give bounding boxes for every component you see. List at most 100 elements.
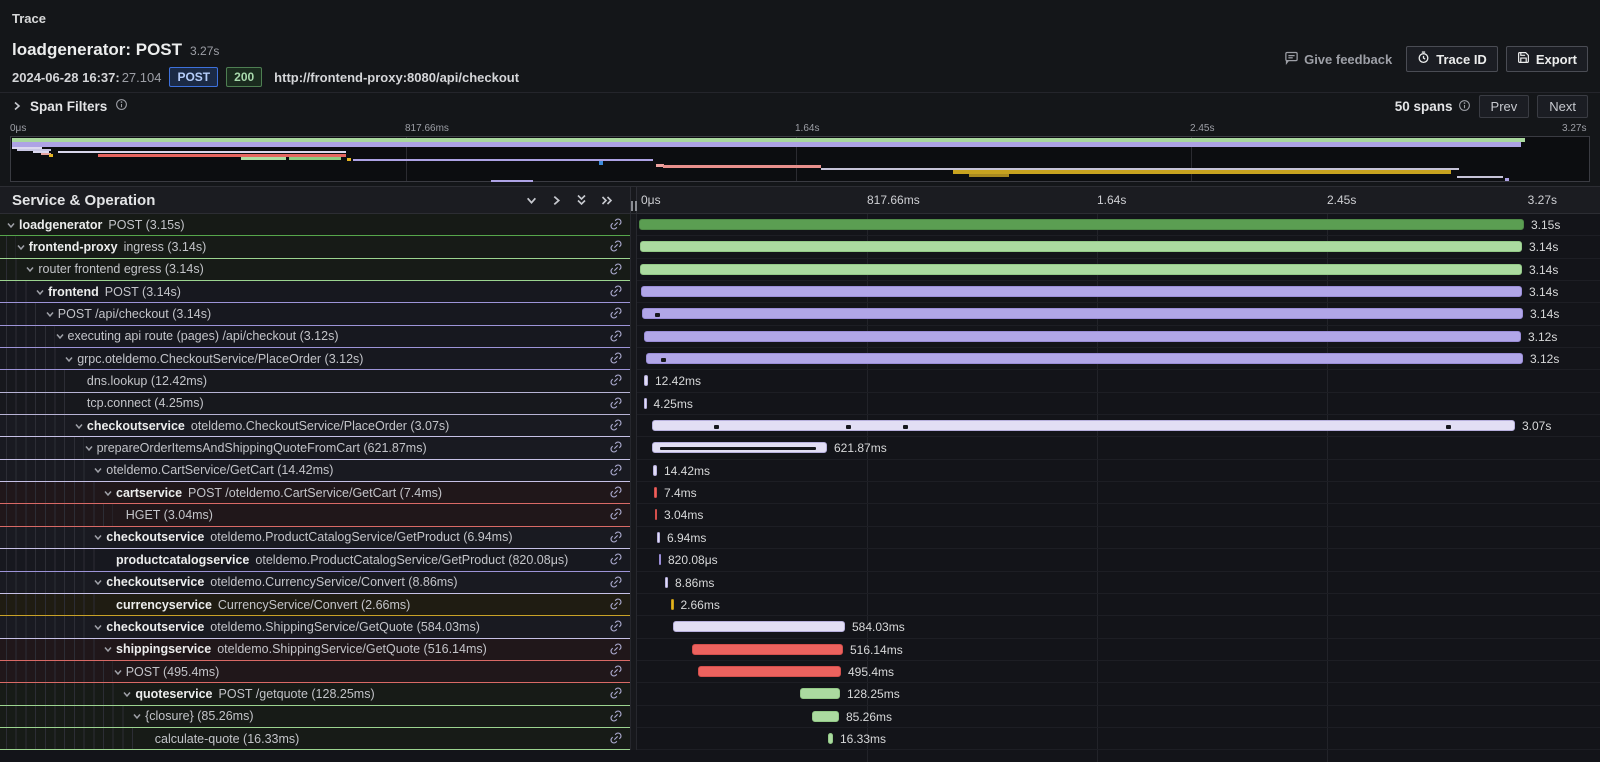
span-bar[interactable] [653, 465, 657, 476]
collapse-one-icon[interactable] [526, 195, 537, 206]
span-bar[interactable] [640, 241, 1522, 252]
span-timeline-cell[interactable]: 85.26ms [637, 706, 1600, 728]
span-row[interactable]: frontend POST (3.14s) 3.14s [0, 281, 1600, 303]
span-bar[interactable] [644, 331, 1521, 342]
span-bar[interactable] [640, 264, 1522, 275]
span-row[interactable]: cartservice POST /oteldemo.CartService/G… [0, 482, 1600, 504]
span-row[interactable]: checkoutservice oteldemo.CheckoutService… [0, 415, 1600, 437]
chevron-down-icon[interactable] [113, 510, 126, 520]
span-row[interactable]: checkoutservice oteldemo.ProductCatalogS… [0, 527, 1600, 549]
span-bar[interactable] [652, 420, 1515, 431]
span-name-cell[interactable]: checkoutservice oteldemo.CheckoutService… [0, 415, 630, 437]
span-name-cell[interactable]: cartservice POST /oteldemo.CartService/G… [0, 482, 630, 504]
chevron-down-icon[interactable] [64, 354, 77, 364]
span-row[interactable]: {closure} (85.26ms) 85.26ms [0, 706, 1600, 728]
trace-minimap[interactable]: 0μs817.66ms1.64s2.45s3.27s [0, 120, 1600, 186]
span-timeline-cell[interactable]: 621.87ms [637, 437, 1600, 459]
span-link-icon[interactable] [606, 505, 626, 525]
span-filters-toggle[interactable]: Span Filters [12, 98, 128, 116]
span-name-cell[interactable]: frontend POST (3.14s) [0, 281, 630, 303]
span-row[interactable]: grpc.oteldemo.CheckoutService/PlaceOrder… [0, 348, 1600, 370]
span-bar[interactable] [800, 688, 840, 699]
span-bar[interactable] [665, 577, 668, 588]
span-link-icon[interactable] [606, 683, 626, 703]
chevron-down-icon[interactable] [113, 667, 126, 677]
span-name-cell[interactable]: dns.lookup (12.42ms) [0, 370, 630, 392]
span-name-cell[interactable]: currencyservice CurrencyService/Convert … [0, 594, 630, 616]
chevron-down-icon[interactable] [6, 220, 19, 230]
span-row[interactable]: HGET (3.04ms) 3.04ms [0, 504, 1600, 526]
span-timeline-cell[interactable]: 820.08μs [637, 549, 1600, 571]
span-bar[interactable] [655, 509, 657, 520]
span-name-cell[interactable]: router frontend egress (3.14s) [0, 259, 630, 281]
span-name-cell[interactable]: checkoutservice oteldemo.ProductCatalogS… [0, 527, 630, 549]
span-timeline-cell[interactable]: 14.42ms [637, 460, 1600, 482]
chevron-down-icon[interactable] [25, 264, 38, 274]
span-bar[interactable] [644, 398, 647, 409]
span-timeline-cell[interactable]: 4.25ms [637, 393, 1600, 415]
span-timeline-cell[interactable]: 3.14s [637, 236, 1600, 258]
span-name-cell[interactable]: productcatalogservice oteldemo.ProductCa… [0, 549, 630, 571]
span-link-icon[interactable] [606, 371, 626, 391]
expand-one-icon[interactable] [551, 195, 562, 206]
span-bar[interactable] [671, 599, 674, 610]
span-name-cell[interactable]: prepareOrderItemsAndShippingQuoteFromCar… [0, 437, 630, 459]
span-timeline-cell[interactable]: 3.15s [637, 214, 1600, 236]
span-link-icon[interactable] [606, 303, 626, 323]
chevron-down-icon[interactable] [93, 622, 106, 632]
span-link-icon[interactable] [606, 616, 626, 636]
span-timeline-cell[interactable]: 3.14s [637, 259, 1600, 281]
chevron-down-icon[interactable] [132, 711, 145, 721]
collapse-all-icon[interactable] [576, 194, 587, 207]
span-link-icon[interactable] [606, 281, 626, 301]
span-link-icon[interactable] [606, 348, 626, 368]
span-name-cell[interactable]: checkoutservice oteldemo.ShippingService… [0, 616, 630, 638]
chevron-down-icon[interactable] [93, 465, 106, 475]
span-name-cell[interactable]: POST (495.4ms) [0, 661, 630, 683]
span-link-icon[interactable] [606, 728, 626, 748]
prev-button[interactable]: Prev [1479, 95, 1530, 118]
span-bar[interactable] [652, 442, 827, 453]
span-row[interactable]: POST /api/checkout (3.14s) 3.14s [0, 303, 1600, 325]
span-row[interactable]: executing api route (pages) /api/checkou… [0, 326, 1600, 348]
expand-all-icon[interactable] [601, 195, 614, 206]
span-timeline-cell[interactable]: 3.07s [637, 415, 1600, 437]
span-link-icon[interactable] [606, 214, 626, 234]
span-bar[interactable] [639, 219, 1524, 230]
span-row[interactable]: router frontend egress (3.14s) 3.14s [0, 259, 1600, 281]
chevron-down-icon[interactable] [84, 443, 97, 453]
span-link-icon[interactable] [606, 639, 626, 659]
span-link-icon[interactable] [606, 572, 626, 592]
span-timeline-cell[interactable]: 8.86ms [637, 572, 1600, 594]
span-row[interactable]: frontend-proxy ingress (3.14s) 3.14s [0, 236, 1600, 258]
span-name-cell[interactable]: frontend-proxy ingress (3.14s) [0, 236, 630, 258]
span-row[interactable]: dns.lookup (12.42ms) 12.42ms [0, 370, 1600, 392]
span-name-cell[interactable]: oteldemo.CartService/GetCart (14.42ms) [0, 460, 630, 482]
chevron-down-icon[interactable] [55, 331, 68, 341]
chevron-down-icon[interactable] [74, 376, 87, 386]
span-name-cell[interactable]: shippingservice oteldemo.ShippingService… [0, 639, 630, 661]
span-bar[interactable] [646, 353, 1523, 364]
span-timeline-cell[interactable]: 3.12s [637, 348, 1600, 370]
span-link-icon[interactable] [606, 393, 626, 413]
chevron-down-icon[interactable] [74, 398, 87, 408]
span-timeline-cell[interactable]: 3.12s [637, 326, 1600, 348]
chevron-down-icon[interactable] [45, 309, 58, 319]
span-row[interactable]: currencyservice CurrencyService/Convert … [0, 594, 1600, 616]
chevron-down-icon[interactable] [35, 287, 48, 297]
span-name-cell[interactable]: calculate-quote (16.33ms) [0, 728, 630, 750]
chevron-down-icon[interactable] [142, 734, 155, 744]
span-name-cell[interactable]: executing api route (pages) /api/checkou… [0, 326, 630, 348]
give-feedback-button[interactable]: Give feedback [1284, 50, 1392, 68]
chevron-down-icon[interactable] [103, 488, 116, 498]
span-timeline-cell[interactable]: 3.04ms [637, 504, 1600, 526]
span-bar[interactable] [644, 375, 648, 386]
span-timeline-cell[interactable]: 516.14ms [637, 639, 1600, 661]
span-bar[interactable] [659, 554, 661, 565]
span-link-icon[interactable] [606, 438, 626, 458]
span-name-cell[interactable]: {closure} (85.26ms) [0, 706, 630, 728]
chevron-down-icon[interactable] [103, 644, 116, 654]
span-link-icon[interactable] [606, 549, 626, 569]
chevron-down-icon[interactable] [93, 577, 106, 587]
span-bar[interactable] [698, 666, 841, 677]
